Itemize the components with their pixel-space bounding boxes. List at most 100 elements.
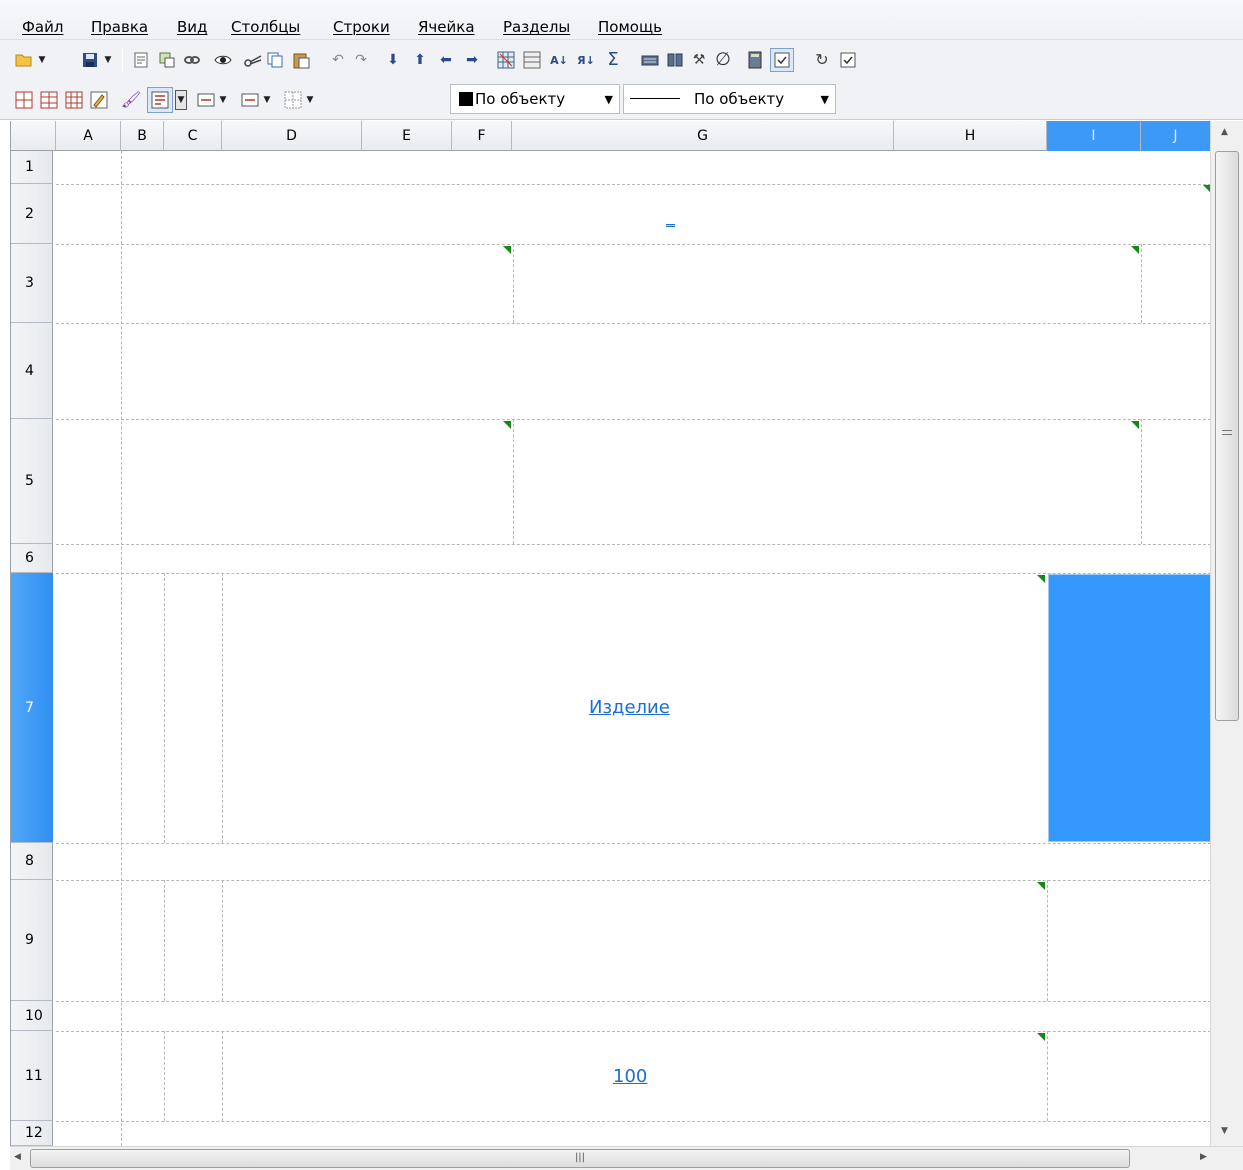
open-dropdown-arrow[interactable]: ▼ — [37, 50, 47, 70]
color-swatch — [459, 92, 473, 106]
column-header-c[interactable]: C — [164, 121, 222, 151]
menu-edit[interactable]: Правка — [91, 18, 148, 36]
undo-icon[interactable]: ↶ — [328, 50, 348, 70]
arrow-up-icon[interactable]: ⬆ — [410, 50, 430, 70]
scroll-left-icon[interactable]: ◀ — [14, 1152, 21, 1162]
cell-g11-link[interactable]: 100 — [613, 1066, 647, 1087]
insert-row-icon[interactable] — [14, 90, 34, 110]
row-header-6[interactable]: 6 — [11, 544, 53, 573]
grid-icon[interactable] — [496, 50, 516, 70]
tool-icon[interactable]: ⚒ — [689, 50, 709, 70]
vertical-scroll-thumb[interactable] — [1215, 151, 1239, 721]
calculator-icon[interactable] — [745, 50, 765, 70]
row-header-1[interactable]: 1 — [11, 151, 53, 184]
cell-g7-link[interactable]: Изделие — [589, 697, 670, 718]
edit-cell-icon[interactable] — [89, 90, 109, 110]
row-header-8[interactable]: 8 — [11, 843, 53, 880]
menu-cell[interactable]: Ячейка — [418, 18, 475, 36]
redo-icon[interactable]: ↷ — [351, 50, 371, 70]
checkbox-icon[interactable] — [770, 48, 794, 72]
table-icon[interactable] — [522, 50, 542, 70]
menu-help[interactable]: Помощь — [598, 18, 662, 36]
open-folder-icon[interactable] — [14, 50, 34, 70]
column-header-i[interactable]: I — [1047, 121, 1141, 151]
comment-marker — [1037, 575, 1045, 583]
row-header-2[interactable]: 2 — [11, 184, 53, 244]
arrow-right-icon[interactable]: ➡ — [462, 50, 482, 70]
row-divider — [56, 244, 1210, 245]
sort-asc-icon[interactable]: A↓ — [549, 50, 569, 70]
comment-marker — [503, 421, 511, 429]
scroll-down-icon[interactable]: ▼ — [1221, 1126, 1228, 1136]
column-header-j[interactable]: J — [1141, 121, 1210, 151]
row-header-5[interactable]: 5 — [11, 419, 53, 544]
save-icon[interactable] — [80, 50, 100, 70]
arrow-left-icon[interactable]: ⬅ — [436, 50, 456, 70]
column-header-a[interactable]: A — [56, 121, 121, 151]
refresh-icon[interactable]: ↻ — [812, 50, 832, 70]
merge-cells-icon[interactable] — [39, 90, 59, 110]
row-header-4[interactable]: 4 — [11, 323, 53, 419]
v-align-icon[interactable] — [240, 90, 260, 110]
split-cells-icon[interactable] — [64, 90, 84, 110]
column-header-d[interactable]: D — [222, 121, 362, 151]
borders-dropdown[interactable]: ▼ — [305, 90, 315, 110]
sort-desc-icon[interactable]: Я↓ — [576, 50, 596, 70]
column-divider — [121, 151, 122, 1146]
sum-icon[interactable]: Σ — [603, 50, 623, 70]
scroll-right-icon[interactable]: ▶ — [1200, 1152, 1207, 1162]
row-header-7[interactable]: 7 — [11, 573, 53, 843]
line-style-combo[interactable]: По объекту ▼ — [623, 84, 836, 114]
column-header-f[interactable]: F — [452, 121, 512, 151]
cut-icon[interactable] — [243, 50, 263, 70]
properties-icon[interactable] — [131, 50, 151, 70]
spreadsheet-grid[interactable]: A B C D E F G H I J 1 2 3 4 5 6 7 8 9 10… — [10, 121, 1210, 1146]
row-header-12[interactable]: 12 — [11, 1121, 53, 1146]
h-align-dropdown[interactable]: ▼ — [218, 90, 228, 110]
scroll-up-icon[interactable]: ▲ — [1221, 127, 1228, 137]
column-header-bar: A B C D E F G H I J — [11, 121, 1210, 151]
column-divider — [1047, 880, 1048, 1001]
link-icon[interactable] — [182, 50, 202, 70]
text-align-dropdown[interactable]: ▼ — [175, 90, 187, 110]
column-divider — [222, 1031, 223, 1121]
empty-set-icon[interactable]: ∅ — [713, 50, 733, 70]
corner-cell[interactable] — [11, 121, 56, 151]
row-header-11[interactable]: 11 — [11, 1031, 53, 1121]
borders-icon[interactable] — [283, 90, 303, 110]
row-header-9[interactable]: 9 — [11, 880, 53, 1001]
preview-eye-icon[interactable] — [213, 50, 233, 70]
paint-brush-icon[interactable]: 🖌 — [121, 90, 141, 110]
h-align-icon[interactable] — [196, 90, 216, 110]
column-header-e[interactable]: E — [362, 121, 452, 151]
v-align-dropdown[interactable]: ▼ — [262, 90, 272, 110]
arrow-down-icon[interactable]: ⬇ — [383, 50, 403, 70]
color-combo[interactable]: По объекту ▼ — [450, 84, 620, 114]
keyboard-icon[interactable] — [640, 50, 660, 70]
column-header-g[interactable]: G — [512, 121, 894, 151]
column-divider — [164, 1031, 165, 1121]
horizontal-scrollbar[interactable]: ◀ ||| ▶ — [10, 1146, 1243, 1170]
menu-file[interactable]: Файл — [22, 18, 63, 36]
save-dropdown-arrow[interactable]: ▼ — [103, 50, 113, 70]
menu-columns[interactable]: Столбцы — [231, 18, 300, 36]
paste-icon[interactable] — [291, 50, 311, 70]
vertical-scrollbar[interactable]: ▲ ▼ — [1210, 121, 1243, 1146]
column-header-h[interactable]: H — [894, 121, 1047, 151]
horizontal-scroll-thumb[interactable]: ||| — [30, 1149, 1130, 1168]
text-align-icon[interactable] — [147, 87, 173, 113]
selected-cell-range[interactable] — [1048, 574, 1210, 842]
menu-sections[interactable]: Разделы — [503, 18, 570, 36]
row-header-10[interactable]: 10 — [11, 1001, 53, 1031]
cell-g2-link[interactable]: _ — [666, 207, 675, 228]
row-header-3[interactable]: 3 — [11, 244, 53, 323]
book-icon[interactable] — [665, 50, 685, 70]
menu-view[interactable]: Вид — [177, 18, 207, 36]
copy-icon[interactable] — [265, 50, 285, 70]
copy-format-icon[interactable] — [157, 50, 177, 70]
menu-rows[interactable]: Строки — [333, 18, 390, 36]
check-icon[interactable] — [838, 50, 858, 70]
row-divider — [56, 544, 1210, 545]
column-header-b[interactable]: B — [121, 121, 164, 151]
row-divider — [56, 1001, 1210, 1002]
